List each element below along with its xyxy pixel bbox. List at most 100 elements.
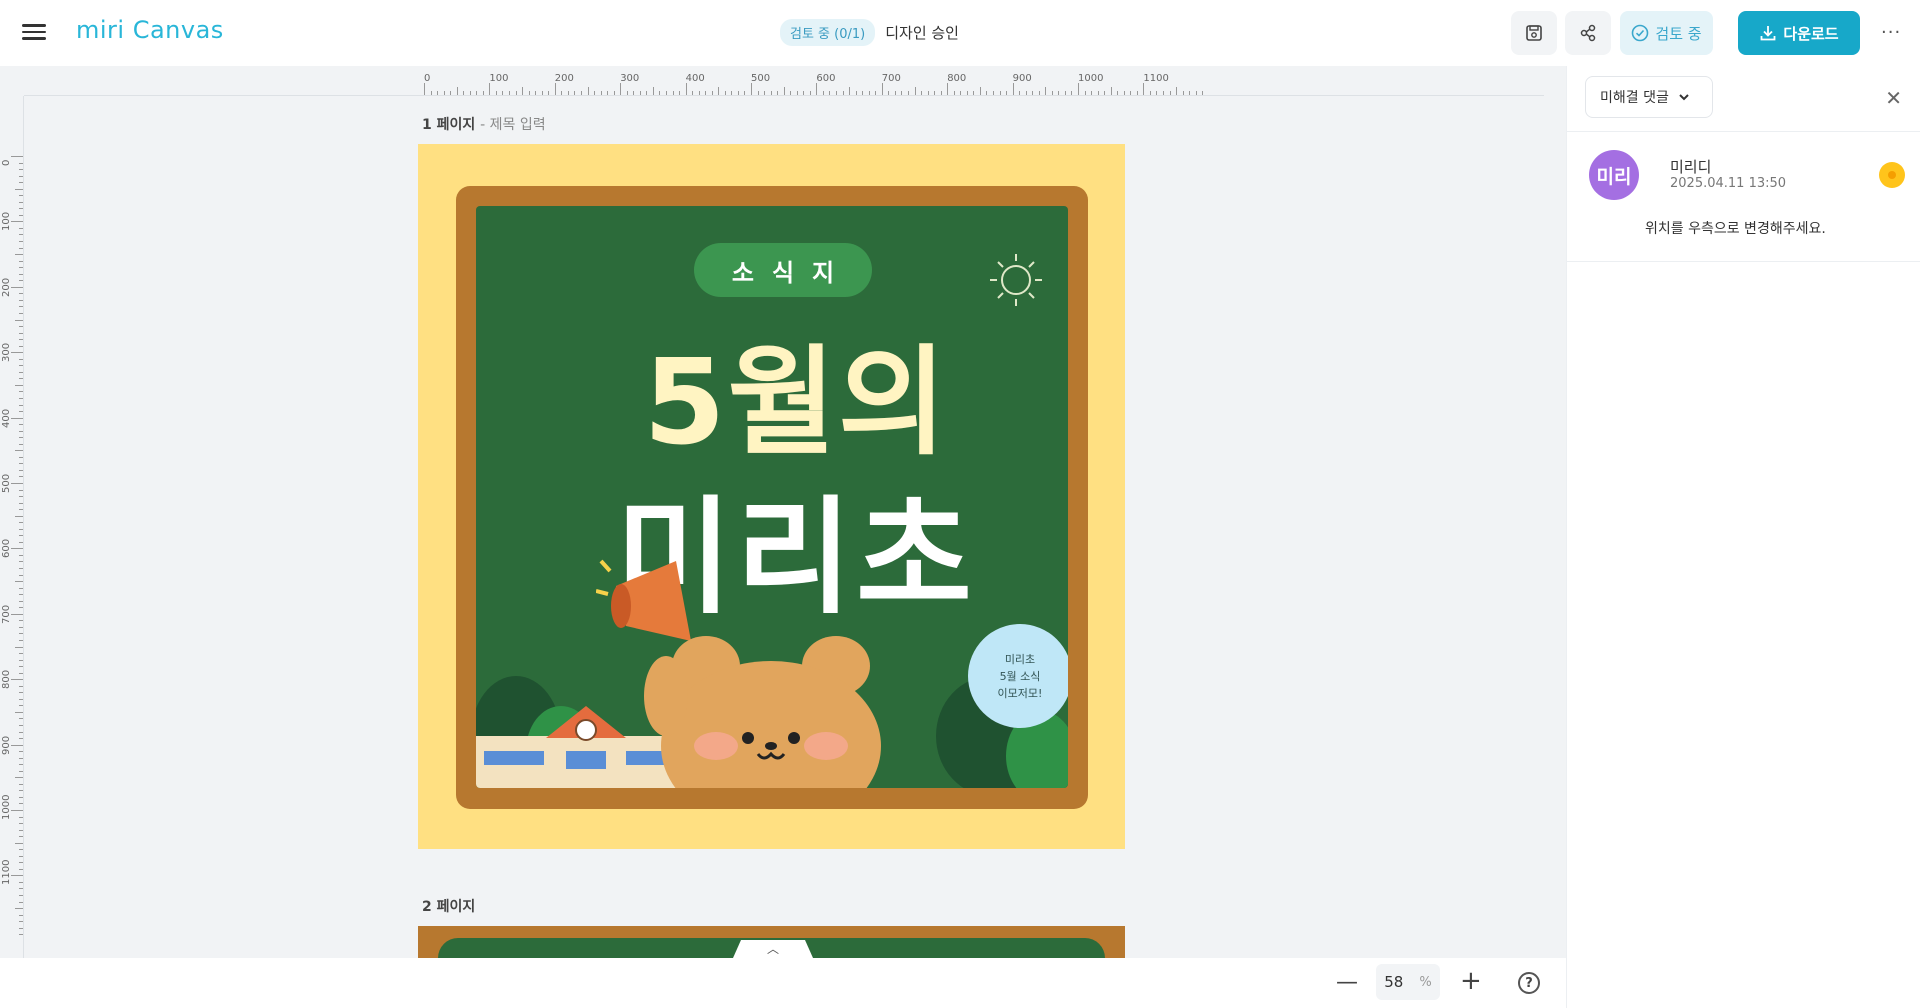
- ruler-tick: [11, 483, 23, 484]
- ruler-tick: [947, 83, 949, 95]
- ruler-tick: [1058, 91, 1060, 95]
- ruler-tick: [881, 83, 883, 95]
- bear-illustration: [644, 636, 881, 788]
- ruler-tick: [19, 214, 23, 216]
- ruler-tick: [855, 91, 857, 95]
- zoom-unit: %: [1419, 974, 1432, 990]
- comment-status-badge[interactable]: [1879, 162, 1905, 188]
- ruler-tick: [966, 91, 968, 95]
- ruler-tick: [960, 91, 962, 95]
- ruler-tick: [816, 83, 818, 95]
- share-button[interactable]: [1565, 11, 1611, 55]
- zoom-in-button[interactable]: +: [1460, 966, 1482, 996]
- comment-filter-dropdown[interactable]: 미해결 댓글: [1585, 76, 1713, 118]
- more-options-icon[interactable]: ···: [1881, 22, 1901, 43]
- ruler-tick: [19, 594, 23, 596]
- ruler-top-label: 100: [489, 73, 509, 84]
- ruler-tick: [482, 91, 484, 95]
- review-status-group: 검토 중 (0/1) 디자인 승인: [780, 19, 959, 46]
- bubble-line: 이모저모!: [997, 686, 1043, 700]
- ruler-tick: [724, 91, 726, 95]
- comment-item[interactable]: 미리 미리디 2025.04.11 13:50 위치를 우측으로 변경해주세요.: [1567, 132, 1920, 262]
- ruler-tick: [19, 554, 23, 556]
- ruler-tick: [19, 796, 23, 798]
- ruler-left-label: 1100: [1, 859, 12, 886]
- menu-icon[interactable]: [22, 20, 46, 44]
- speech-bubble: 미리초 5월 소식 이모저모!: [968, 624, 1068, 728]
- ruler-tick: [757, 91, 759, 95]
- ruler-tick: [744, 91, 746, 95]
- ruler-tick: [626, 91, 628, 95]
- ruler-tick: [705, 91, 707, 95]
- ruler-tick: [914, 87, 916, 95]
- ruler-tick: [19, 724, 23, 726]
- download-button[interactable]: 다운로드: [1738, 11, 1860, 55]
- ruler-tick: [19, 162, 23, 164]
- ruler-tick: [15, 450, 23, 452]
- bubble-line: 5월 소식: [999, 669, 1041, 683]
- ruler-tick: [672, 91, 674, 95]
- ruler-tick: [842, 91, 844, 95]
- ruler-tick: [19, 783, 23, 785]
- ruler-tick: [548, 91, 550, 95]
- download-icon: [1760, 26, 1776, 41]
- ruler-tick: [19, 260, 23, 262]
- ruler-tick: [1169, 91, 1171, 95]
- ruler-top-label: 800: [947, 73, 967, 84]
- ruler-tick: [19, 685, 23, 687]
- close-icon[interactable]: ✕: [1885, 86, 1902, 110]
- save-button[interactable]: [1511, 11, 1557, 55]
- ruler-tick: [1064, 91, 1066, 95]
- ruler-tick: [19, 620, 23, 622]
- help-icon[interactable]: ?: [1518, 972, 1540, 994]
- zoom-out-button[interactable]: —: [1336, 970, 1358, 995]
- canvas-area[interactable]: 0 100 200 300 400 500 600 700 800 900 1000 1100 0 10…: [0, 66, 1566, 958]
- ruler-tick: [19, 234, 23, 236]
- logo[interactable]: miri Canvas: [76, 16, 224, 44]
- headline-pill: 소 식 지: [694, 243, 872, 297]
- ruler-tick: [19, 496, 23, 498]
- ruler-tick: [19, 738, 23, 740]
- ruler-tick: [580, 91, 582, 95]
- comments-panel: 미해결 댓글 ✕ 미리 미리디 2025.04.11 13:50 위치를 우측으…: [1566, 66, 1920, 1008]
- page-2-number: 2 페이지: [422, 899, 476, 915]
- ruler-tick: [19, 751, 23, 753]
- design-page-1[interactable]: 소 식 지 5월의 미리초 미리초 5월 소식 이모저모!: [418, 144, 1125, 849]
- ruler-tick: [777, 91, 779, 95]
- ruler-tick: [19, 201, 23, 203]
- ruler-tick: [1032, 91, 1034, 95]
- comment-text: 위치를 우측으로 변경해주세요.: [1645, 221, 1826, 237]
- comment-filter-label: 미해결 댓글: [1600, 90, 1669, 106]
- check-circle-icon: [1632, 24, 1649, 42]
- collapse-panel-button[interactable]: ︿: [733, 940, 813, 958]
- chevron-up-icon: ︿: [766, 942, 779, 956]
- ruler-tick: [718, 87, 720, 95]
- ruler-tick: [783, 87, 785, 95]
- ruler-tick: [607, 91, 609, 95]
- ruler-tick: [11, 810, 23, 811]
- zoom-level[interactable]: 58 %: [1376, 964, 1440, 1000]
- page-1-title-input[interactable]: - 제목 입력: [480, 117, 545, 133]
- ruler-tick: [1097, 91, 1099, 95]
- ruler-tick: [836, 91, 838, 95]
- ruler-tick: [19, 914, 23, 916]
- ruler-tick: [11, 548, 23, 550]
- ruler-tick: [594, 91, 596, 95]
- ruler-tick: [809, 91, 811, 95]
- ruler-tick: [19, 175, 23, 177]
- ruler-tick: [685, 83, 687, 95]
- ruler-tick: [19, 443, 23, 445]
- ruler-tick: [888, 91, 890, 95]
- review-button-label: 검토 중: [1655, 24, 1702, 43]
- ruler-tick: [999, 91, 1001, 95]
- zoom-bar: — 58 % + ?: [0, 958, 1566, 1008]
- ruler-tick: [862, 91, 864, 95]
- ruler-top: 0 100 200 300 400 500 600 700 800 900 1000 1100: [24, 66, 1544, 96]
- ruler-tick: [19, 169, 23, 171]
- ruler-tick: [19, 600, 23, 602]
- ruler-tick: [19, 653, 23, 655]
- review-button[interactable]: 검토 중: [1620, 11, 1713, 55]
- ruler-tick: [19, 541, 23, 543]
- ruler-tick: [868, 91, 870, 95]
- ruler-tick: [463, 91, 465, 95]
